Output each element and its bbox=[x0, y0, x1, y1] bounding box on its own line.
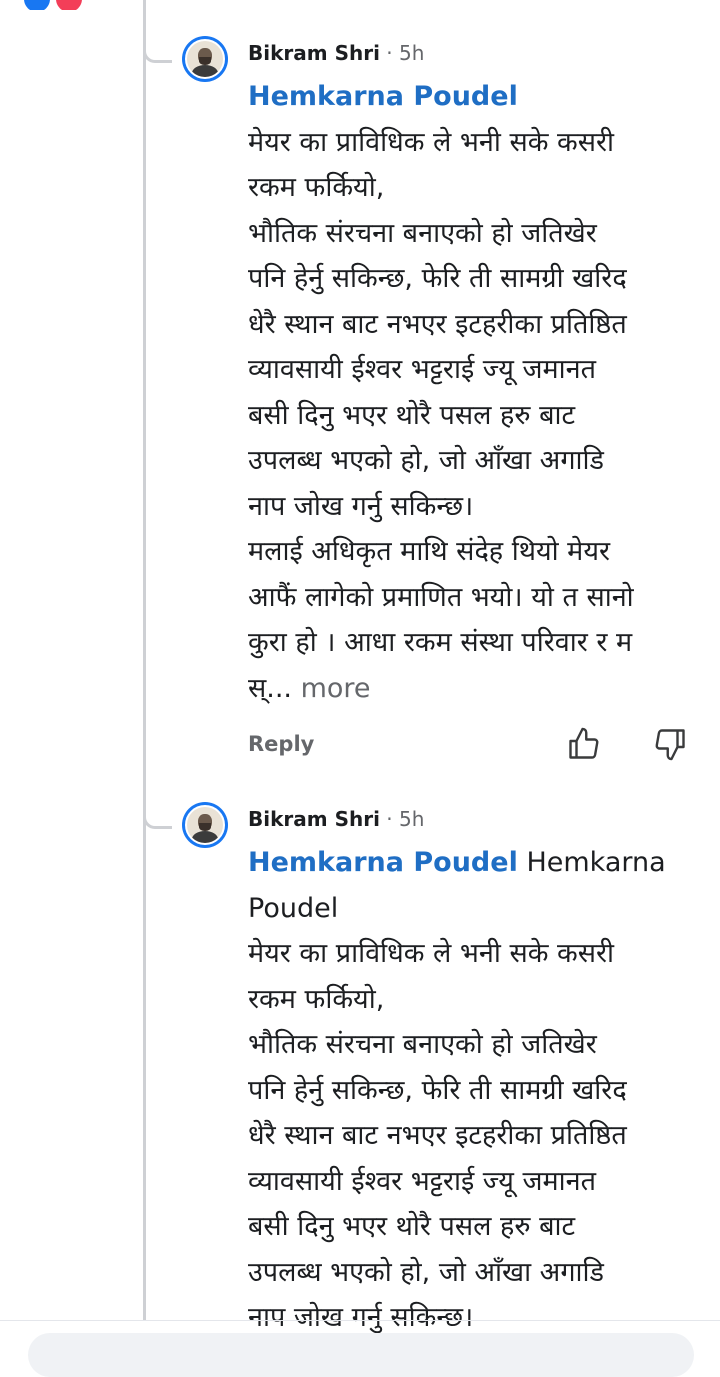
comment-header: Bikram Shri · 5h bbox=[248, 41, 425, 65]
comment-line: पनि हेर्नु सकिन्छ, फेरि ती सामग्री खरिद bbox=[248, 1074, 627, 1106]
thumbs-up-icon[interactable] bbox=[566, 726, 602, 762]
avatar[interactable] bbox=[182, 36, 228, 82]
comment-header: Bikram Shri · 5h bbox=[248, 807, 425, 831]
comment: Bikram Shri · 5h Hemkarna Poudel Hemkarn… bbox=[182, 802, 702, 1333]
divider bbox=[0, 1320, 720, 1321]
comment-line: रकम फर्कियो, bbox=[248, 172, 385, 203]
comment-line: बसी दिनु भएर थोरै पसल हरु बाट bbox=[248, 1211, 576, 1242]
comment-line: कुरा हो । आधा रकम संस्था परिवार र म bbox=[248, 627, 633, 658]
mention-text: Poudel bbox=[248, 892, 339, 924]
comment-actions: Reply bbox=[248, 726, 702, 766]
thumbs-down-icon[interactable] bbox=[652, 726, 688, 762]
avatar[interactable] bbox=[182, 802, 228, 848]
comment-composer[interactable] bbox=[28, 1333, 694, 1377]
love-reaction-icon bbox=[56, 0, 82, 10]
comment-body: Hemkarna Poudel Hemkarna Poudel मेयर का … bbox=[248, 840, 698, 1341]
comment-line: भौतिक संरचना बनाएको हो जतिखेर bbox=[248, 1029, 597, 1060]
comment-line: भौतिक संरचना बनाएको हो जतिखेर bbox=[248, 217, 597, 249]
comment-line: रकम फर्कियो, bbox=[248, 983, 385, 1015]
comment-line: पनि हेर्नु सकिन्छ, फेरि ती सामग्री खरिद bbox=[248, 263, 627, 294]
comment-line: उपलब्ध भएको हो, जो आँखा अगाडि bbox=[248, 1256, 604, 1288]
mention-text: Hemkarna bbox=[526, 847, 666, 878]
comment-line: उपलब्ध भएको हो, जो आँखा अगाडि bbox=[248, 445, 604, 476]
timestamp[interactable]: 5h bbox=[399, 41, 424, 65]
comment-line: धेरै स्थान बाट नभएर इटहरीका प्रतिष्ठित bbox=[248, 308, 627, 340]
comment-line: आफैं लागेको प्रमाणित भयो। यो त सानो bbox=[248, 581, 634, 613]
comment-line: स्... bbox=[248, 672, 292, 704]
comment-line: मलाई अधिकृत माथि संदेह थियो मेयर bbox=[248, 536, 611, 567]
reply-connector bbox=[143, 812, 172, 829]
comment-line: नाप जोख गर्नु सकिन्छ। bbox=[248, 490, 474, 522]
reply-button[interactable]: Reply bbox=[248, 732, 314, 756]
reply-connector bbox=[143, 46, 172, 63]
mention-link[interactable]: Hemkarna Poudel bbox=[248, 81, 518, 112]
mention-link[interactable]: Hemkarna Poudel bbox=[248, 847, 518, 878]
like-reaction-icon bbox=[24, 0, 50, 10]
see-more-link[interactable]: more bbox=[301, 673, 371, 704]
comment: Bikram Shri · 5h Hemkarna Poudel मेयर का… bbox=[182, 36, 702, 776]
comment-line: व्यावसायी ईश्वर भट्टराई ज्यू जमानत bbox=[248, 354, 597, 385]
comment-line: बसी दिनु भएर थोरै पसल हरु बाट bbox=[248, 399, 576, 431]
comment-body: Hemkarna Poudel मेयर का प्राविधिक ले भनी… bbox=[248, 74, 698, 711]
comment-line: मेयर का प्राविधिक ले भनी सके कसरी bbox=[248, 938, 615, 969]
thread-line bbox=[143, 0, 146, 1320]
comment-line: धेरै स्थान बाट नभएर इटहरीका प्रतिष्ठित bbox=[248, 1120, 627, 1151]
status-strip bbox=[0, 0, 720, 10]
author-name[interactable]: Bikram Shri bbox=[248, 41, 380, 65]
comment-line: मेयर का प्राविधिक ले भनी सके कसरी bbox=[248, 126, 615, 158]
author-name[interactable]: Bikram Shri bbox=[248, 807, 380, 831]
comment-line: व्यावसायी ईश्वर भट्टराई ज्यू जमानत bbox=[248, 1165, 597, 1197]
timestamp[interactable]: 5h bbox=[399, 807, 424, 831]
